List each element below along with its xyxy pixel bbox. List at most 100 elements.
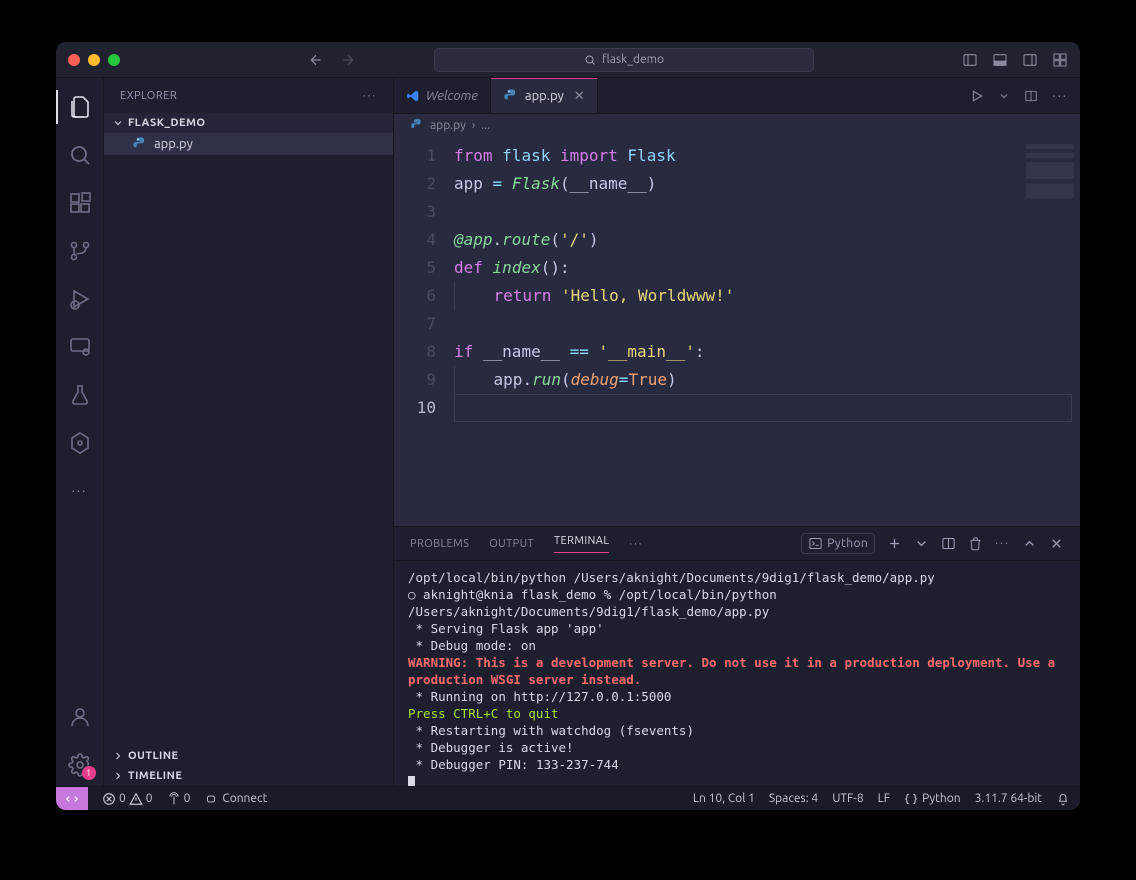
activity-overflow[interactable]: ···	[56, 470, 104, 512]
beaker-icon	[68, 383, 92, 407]
status-eol[interactable]: LF	[878, 792, 890, 805]
status-connect[interactable]: Connect	[204, 792, 267, 806]
activity-extra[interactable]	[56, 422, 104, 464]
command-center-label: flask_demo	[602, 53, 664, 66]
status-language[interactable]: Python	[904, 792, 961, 806]
file-tree[interactable]: app.py	[104, 133, 393, 746]
status-ports[interactable]: 0	[167, 792, 191, 806]
status-errors[interactable]: 0 0	[102, 792, 153, 806]
toggle-panel-bottom-icon[interactable]	[992, 52, 1008, 68]
code-content[interactable]: from flask import Flaskapp = Flask(__nam…	[454, 136, 1080, 526]
vscode-icon	[406, 89, 420, 103]
braces-icon	[904, 792, 918, 806]
terminal-shell-picker[interactable]: Python	[801, 533, 875, 554]
tab-app-py[interactable]: app.py ✕	[491, 78, 598, 113]
line-gutter: 12345678910	[394, 136, 454, 526]
timeline-section[interactable]: TIMELINE	[104, 766, 393, 786]
python-file-icon	[503, 88, 519, 104]
activity-search[interactable]	[56, 134, 104, 176]
activity-testing[interactable]	[56, 374, 104, 416]
panel-tab-output[interactable]: OUTPUT	[489, 538, 534, 550]
panel-more-icon[interactable]: ···	[995, 537, 1010, 550]
panel-tabs-more-icon[interactable]: ···	[629, 538, 643, 550]
close-panel-icon[interactable]	[1049, 536, 1064, 551]
toggle-panel-right-icon[interactable]	[1022, 52, 1038, 68]
customize-layout-icon[interactable]	[1052, 52, 1068, 68]
new-terminal-icon[interactable]	[887, 536, 902, 551]
activity-explorer[interactable]	[56, 86, 104, 128]
hexagon-icon	[68, 431, 92, 455]
toggle-panel-left-icon[interactable]	[962, 52, 978, 68]
status-bar: 0 0 0 Connect Ln 10, Col 1 Spaces: 4 UTF…	[56, 786, 1080, 810]
maximize-window-button[interactable]	[108, 54, 120, 66]
chevron-down-icon	[112, 117, 124, 129]
status-indent[interactable]: Spaces: 4	[769, 792, 818, 805]
chevron-right-icon	[112, 750, 124, 762]
editor-actions: ···	[958, 78, 1080, 113]
tab-welcome[interactable]: Welcome	[394, 78, 491, 113]
remote-indicator[interactable]	[56, 787, 88, 811]
activity-accounts[interactable]	[56, 696, 104, 738]
activity-extensions[interactable]	[56, 182, 104, 224]
plug-icon	[204, 792, 218, 806]
extensions-icon	[68, 191, 92, 215]
editor-group: Welcome app.py ✕ ··· app.py ›	[394, 78, 1080, 786]
terminal-output[interactable]: /opt/local/bin/python /Users/aknight/Doc…	[394, 561, 1080, 786]
bell-icon[interactable]	[1056, 792, 1070, 806]
debug-icon	[68, 287, 92, 311]
remote-explorer-icon	[68, 335, 92, 359]
outline-label: OUTLINE	[128, 750, 179, 762]
activity-settings[interactable]: 1	[56, 744, 104, 786]
account-icon	[68, 705, 92, 729]
search-icon	[68, 143, 92, 167]
nav-forward-icon[interactable]	[340, 52, 356, 68]
titlebar-layout-controls	[962, 52, 1068, 68]
panel-actions: Python ···	[801, 533, 1064, 554]
bottom-panel: PROBLEMS OUTPUT TERMINAL ··· Python ···	[394, 526, 1080, 786]
activity-run-debug[interactable]	[56, 278, 104, 320]
activity-source-control[interactable]	[56, 230, 104, 272]
activity-remote[interactable]	[56, 326, 104, 368]
ellipsis-icon: ···	[72, 484, 88, 498]
folder-section-header[interactable]: FLASK_DEMO	[104, 113, 393, 133]
chevron-down-icon[interactable]	[914, 536, 929, 551]
folder-name: FLASK_DEMO	[128, 117, 206, 129]
panel-tab-problems[interactable]: PROBLEMS	[410, 538, 469, 550]
split-editor-icon[interactable]	[1024, 89, 1038, 103]
chevron-up-icon[interactable]	[1022, 536, 1037, 551]
editor-more-icon[interactable]: ···	[1052, 89, 1068, 103]
status-ln-col[interactable]: Ln 10, Col 1	[693, 792, 755, 805]
error-count: 0	[119, 792, 126, 805]
explorer-sidebar: EXPLORER ··· FLASK_DEMO app.py OUTLINE	[104, 78, 394, 786]
search-icon	[584, 54, 596, 66]
file-tree-item[interactable]: app.py	[104, 133, 393, 155]
chevron-right-icon	[112, 770, 124, 782]
breadcrumb-sep: ›	[472, 119, 475, 132]
file-name: app.py	[154, 137, 193, 151]
sidebar-more-icon[interactable]: ···	[363, 90, 377, 102]
status-interpreter[interactable]: 3.11.7 64-bit	[975, 792, 1042, 805]
kill-terminal-icon[interactable]	[968, 536, 983, 551]
chevron-down-icon[interactable]	[998, 90, 1010, 102]
panel-tabs: PROBLEMS OUTPUT TERMINAL ··· Python ···	[394, 527, 1080, 561]
minimap[interactable]	[1026, 144, 1074, 208]
breadcrumb[interactable]: app.py › ...	[394, 114, 1080, 136]
panel-tab-terminal[interactable]: TERMINAL	[554, 535, 609, 553]
close-tab-icon[interactable]: ✕	[574, 89, 585, 104]
tab-active-label: app.py	[525, 89, 564, 103]
vscode-window: flask_demo	[56, 42, 1080, 810]
nav-back-icon[interactable]	[308, 52, 324, 68]
command-center[interactable]: flask_demo	[434, 48, 814, 72]
minimize-window-button[interactable]	[88, 54, 100, 66]
split-terminal-icon[interactable]	[941, 536, 956, 551]
outline-section[interactable]: OUTLINE	[104, 746, 393, 766]
run-icon[interactable]	[970, 89, 984, 103]
breadcrumb-more: ...	[481, 119, 490, 132]
status-encoding[interactable]: UTF-8	[832, 792, 863, 805]
branch-icon	[68, 239, 92, 263]
window-controls	[68, 54, 120, 66]
sidebar-title: EXPLORER	[120, 90, 177, 102]
settings-badge: 1	[82, 766, 96, 780]
code-editor[interactable]: 12345678910 from flask import Flaskapp =…	[394, 136, 1080, 526]
close-window-button[interactable]	[68, 54, 80, 66]
